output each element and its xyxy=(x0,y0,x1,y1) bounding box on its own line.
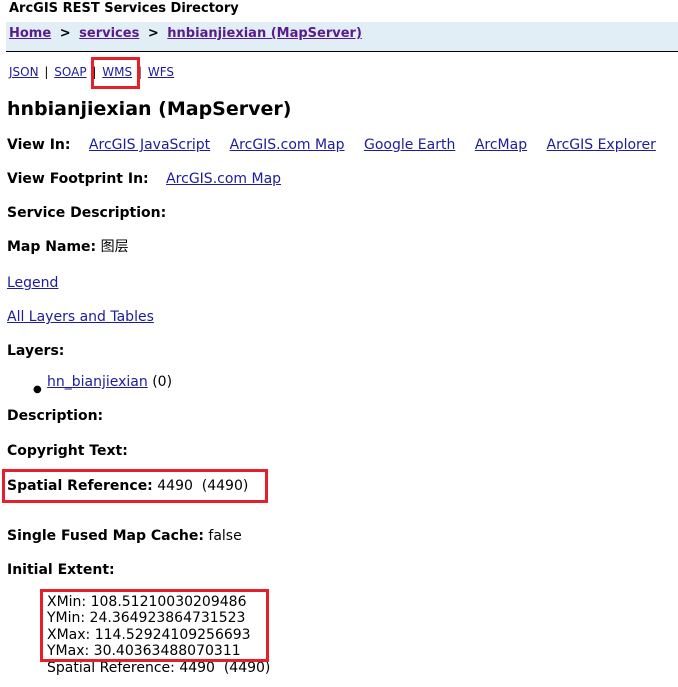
all-layers-and-tables-link[interactable]: All Layers and Tables xyxy=(7,309,154,325)
page-title: hnbianjiexian (MapServer) xyxy=(7,98,292,120)
breadcrumb-home-link[interactable]: Home xyxy=(9,26,51,41)
layers-row: Layers: xyxy=(7,341,64,361)
view-in-arcgis-com-map-link[interactable]: ArcGIS.com Map xyxy=(230,137,345,153)
map-name-row: Map Name: 图层 xyxy=(7,237,129,257)
service-description-row: Service Description: xyxy=(7,203,166,223)
view-in-google-earth-link[interactable]: Google Earth xyxy=(364,137,455,153)
breadcrumb: Home > services > hnbianjiexian (MapServ… xyxy=(6,22,678,52)
json-link[interactable]: JSON xyxy=(9,65,39,79)
initial-extent-row: Initial Extent: xyxy=(7,560,115,580)
wms-highlight-box xyxy=(91,57,140,89)
single-fused-map-cache-row: Single Fused Map Cache: false xyxy=(7,526,242,546)
view-footprint-label: View Footprint In: xyxy=(7,171,149,187)
wfs-link[interactable]: WFS xyxy=(148,65,174,79)
view-in-label: View In: xyxy=(7,137,71,153)
view-in-arcmap-link[interactable]: ArcMap xyxy=(475,137,527,153)
initial-extent-highlight-box xyxy=(40,589,269,662)
breadcrumb-services-link[interactable]: services xyxy=(79,26,139,41)
view-in-row: View In: ArcGIS JavaScript ArcGIS.com Ma… xyxy=(7,135,656,155)
layer-list-item: hn_bianjiexian (0) xyxy=(47,372,172,392)
format-separator: | xyxy=(44,65,49,79)
breadcrumb-separator: > xyxy=(59,26,71,41)
soap-link[interactable]: SOAP xyxy=(54,65,86,79)
initial-extent-label: Initial Extent: xyxy=(7,562,115,578)
single-fused-value: false xyxy=(208,528,242,544)
view-in-arcgis-javascript-link[interactable]: ArcGIS JavaScript xyxy=(89,137,210,153)
layers-label: Layers: xyxy=(7,343,65,359)
bullet-icon: ● xyxy=(33,384,42,395)
service-description-label: Service Description: xyxy=(7,205,167,221)
description-label: Description: xyxy=(7,408,104,424)
page-header-title: ArcGIS REST Services Directory xyxy=(9,1,239,16)
description-row: Description: xyxy=(7,406,103,426)
spatial-reference-highlight-box xyxy=(2,469,268,503)
legend-link[interactable]: Legend xyxy=(7,275,58,291)
breadcrumb-separator: > xyxy=(147,26,159,41)
view-in-arcgis-explorer-link[interactable]: ArcGIS Explorer xyxy=(547,137,656,153)
map-name-label: Map Name: xyxy=(7,239,97,255)
layer-id: (0) xyxy=(152,374,173,390)
extent-spatial-reference: Spatial Reference: 4490 (4490) xyxy=(47,660,271,676)
copyright-label: Copyright Text: xyxy=(7,443,128,459)
view-footprint-arcgis-com-map-link[interactable]: ArcGIS.com Map xyxy=(166,171,281,187)
breadcrumb-current-link[interactable]: hnbianjiexian (MapServer) xyxy=(167,26,362,41)
single-fused-label: Single Fused Map Cache: xyxy=(7,528,204,544)
all-layers-row: All Layers and Tables xyxy=(7,307,154,327)
copyright-row: Copyright Text: xyxy=(7,441,128,461)
view-footprint-row: View Footprint In: ArcGIS.com Map xyxy=(7,169,281,189)
layer-link-hn-bianjiexian[interactable]: hn_bianjiexian xyxy=(47,374,148,390)
map-name-value: 图层 xyxy=(100,239,129,255)
legend-row: Legend xyxy=(7,273,58,293)
